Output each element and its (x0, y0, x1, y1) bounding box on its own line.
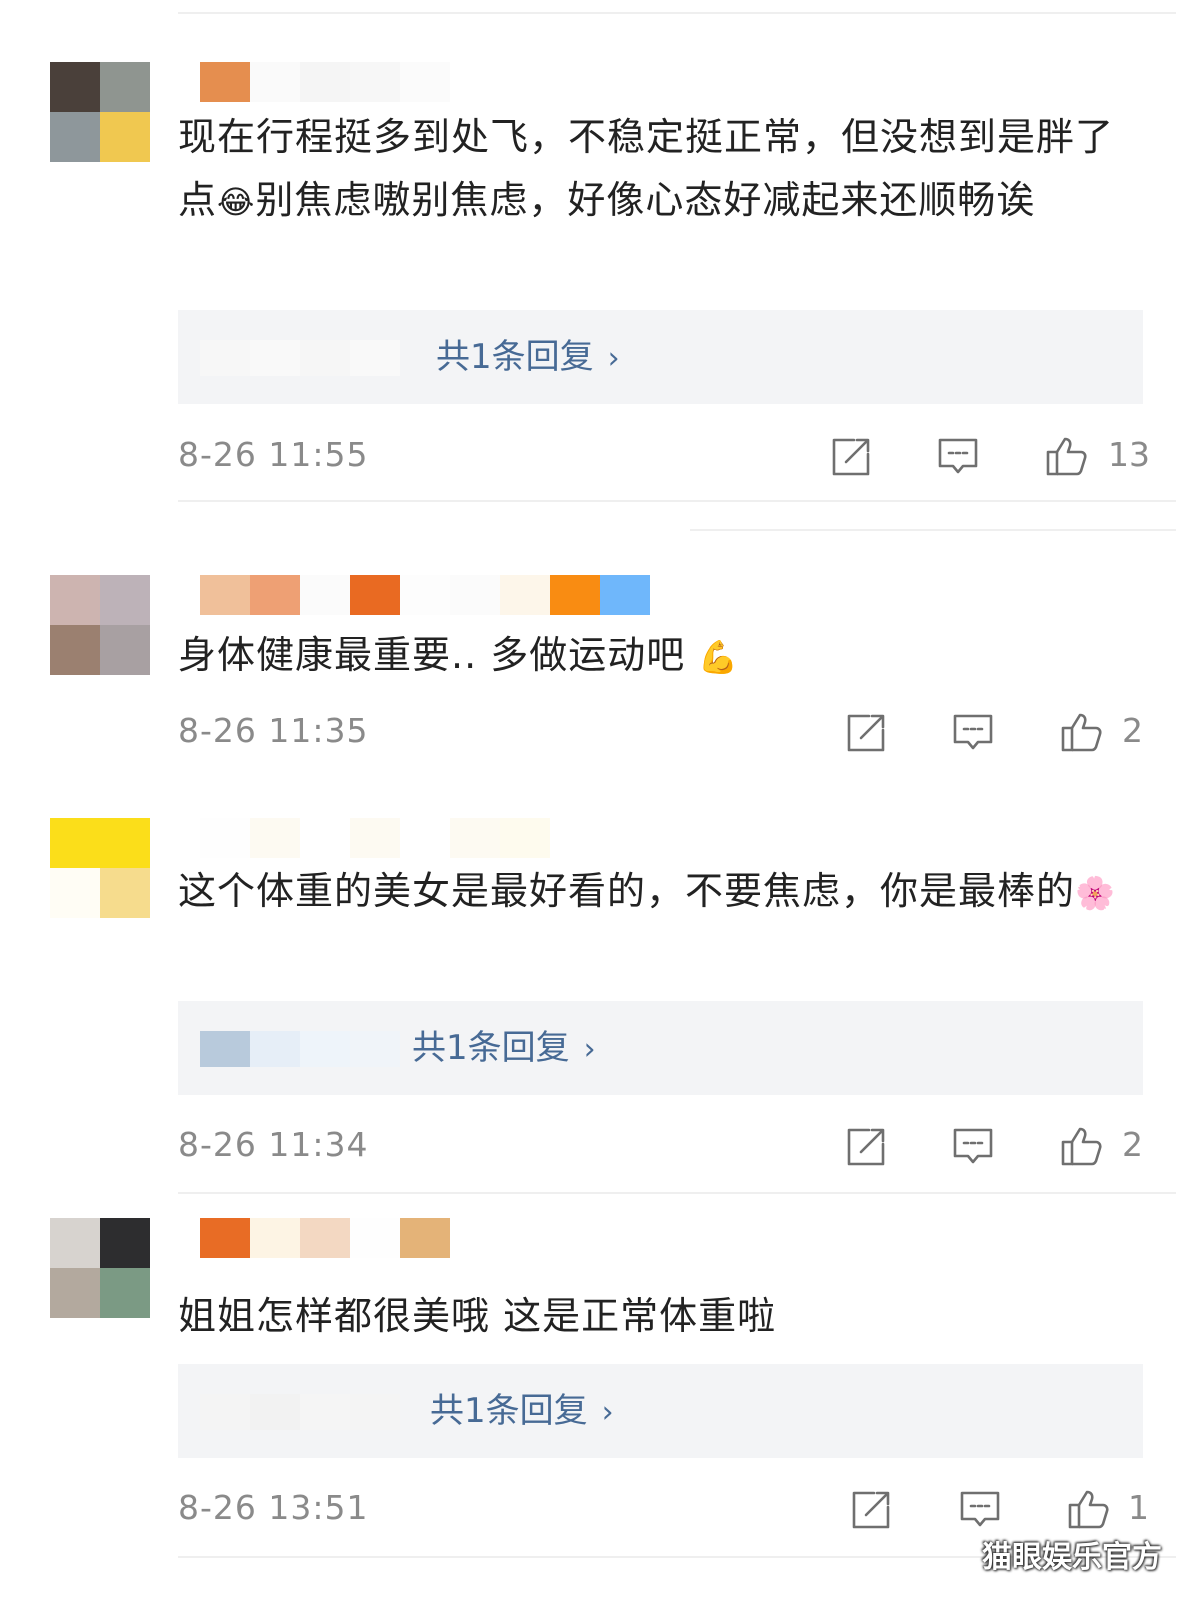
blur-block (500, 575, 550, 615)
comment-text: 身体健康最重要.. 多做运动吧 💪 (178, 624, 1138, 689)
blur-block (300, 1218, 350, 1258)
avatar[interactable] (50, 62, 150, 162)
blur-block (350, 575, 400, 615)
username-blurred[interactable] (200, 818, 550, 858)
blur-block (300, 575, 350, 615)
username-blurred[interactable] (200, 1218, 450, 1258)
reply-user-blurred (200, 340, 400, 376)
blur-block (300, 1394, 350, 1430)
blur-block (200, 62, 250, 102)
username-blurred[interactable] (200, 575, 650, 615)
blur-block (250, 62, 300, 102)
blur-block (200, 340, 250, 376)
like-count: 2 (1122, 1125, 1143, 1164)
blur-block (300, 1031, 350, 1067)
blur-block (400, 575, 450, 615)
comment-meta: 8-26 11:55 13 (178, 430, 1150, 480)
divider (178, 12, 1176, 14)
blur-block (250, 340, 300, 376)
comment-meta: 8-26 13:51 1 (178, 1483, 1149, 1533)
view-replies-link[interactable]: 共1条回复 › (430, 1388, 614, 1436)
view-replies-link[interactable]: 共1条回复 › (412, 1025, 596, 1073)
view-replies-link[interactable]: 共1条回复 › (436, 334, 620, 382)
like-count: 2 (1122, 711, 1143, 750)
comment-meta: 8-26 11:34 2 (178, 1120, 1143, 1170)
blur-block (350, 1218, 400, 1258)
blur-block (400, 62, 450, 102)
blur-block (250, 575, 300, 615)
share-icon[interactable] (843, 710, 887, 754)
blur-block (550, 575, 600, 615)
blur-block (200, 1394, 250, 1430)
like-icon[interactable] (1066, 1487, 1110, 1531)
blur-block (350, 818, 400, 858)
divider (178, 1192, 1176, 1194)
share-icon[interactable] (848, 1487, 892, 1531)
comment-icon[interactable] (958, 1487, 1002, 1531)
avatar[interactable] (50, 818, 150, 918)
blur-block (400, 818, 450, 858)
reply-preview[interactable]: 共1条回复 › (178, 1364, 1143, 1458)
share-icon[interactable] (828, 434, 872, 478)
blur-block (200, 575, 250, 615)
timestamp: 8-26 11:35 (178, 711, 369, 750)
like-icon[interactable] (1059, 710, 1103, 754)
blur-block (500, 818, 550, 858)
blur-block (350, 62, 400, 102)
blur-block (350, 340, 400, 376)
blur-block (300, 818, 350, 858)
comment-text: 姐姐怎样都很美哦 这是正常体重啦 (178, 1294, 777, 1338)
timestamp: 8-26 11:34 (178, 1125, 369, 1164)
reply-preview[interactable]: 共1条回复 › (178, 310, 1143, 404)
reply-user-blurred (200, 1031, 400, 1067)
blur-block (300, 62, 350, 102)
share-icon[interactable] (843, 1124, 887, 1168)
like-count: 1 (1128, 1488, 1149, 1527)
blur-block (400, 1218, 450, 1258)
blur-block (250, 1218, 300, 1258)
chevron-right-icon: › (601, 1395, 614, 1430)
divider (690, 529, 1176, 531)
blur-block (450, 62, 500, 102)
reply-preview[interactable]: 共1条回复 › (178, 1001, 1143, 1095)
like-count: 13 (1108, 435, 1150, 474)
flexed-biceps-emoji: 💪 (698, 638, 740, 676)
blur-block (250, 1031, 300, 1067)
blur-block (200, 818, 250, 858)
blur-block (200, 1218, 250, 1258)
like-icon[interactable] (1059, 1124, 1103, 1168)
laughing-crying-emoji: 😂 (217, 183, 256, 221)
comment-icon[interactable] (936, 434, 980, 478)
comment-icon[interactable] (951, 1124, 995, 1168)
watermark: 猫眼娱乐官方 (982, 1540, 1162, 1575)
comment-text: 这个体重的美女是最好看的，不要焦虑，你是最棒的🌸 (178, 860, 1138, 925)
comment-text: 现在行程挺多到处飞，不稳定挺正常，但没想到是胖了点😂别焦虑嗷别焦虑，好像心态好减… (178, 106, 1138, 234)
like-icon[interactable] (1044, 434, 1088, 478)
blur-block (250, 1394, 300, 1430)
reply-user-blurred (200, 1394, 400, 1430)
username-blurred[interactable] (200, 62, 500, 102)
avatar[interactable] (50, 1218, 150, 1318)
timestamp: 8-26 13:51 (178, 1488, 369, 1527)
blur-block (450, 818, 500, 858)
avatar[interactable] (50, 575, 150, 675)
blur-block (350, 1394, 400, 1430)
comment-meta: 8-26 11:35 2 (178, 706, 1143, 756)
blur-block (350, 1031, 400, 1067)
blur-block (200, 1031, 250, 1067)
blur-block (600, 575, 650, 615)
blur-block (300, 340, 350, 376)
chevron-right-icon: › (583, 1032, 596, 1067)
blur-block (450, 575, 500, 615)
divider (178, 500, 1176, 502)
chevron-right-icon: › (607, 341, 620, 376)
timestamp: 8-26 11:55 (178, 435, 369, 474)
comment-icon[interactable] (951, 710, 995, 754)
cherry-blossom-emoji: 🌸 (1075, 874, 1116, 912)
blur-block (250, 818, 300, 858)
